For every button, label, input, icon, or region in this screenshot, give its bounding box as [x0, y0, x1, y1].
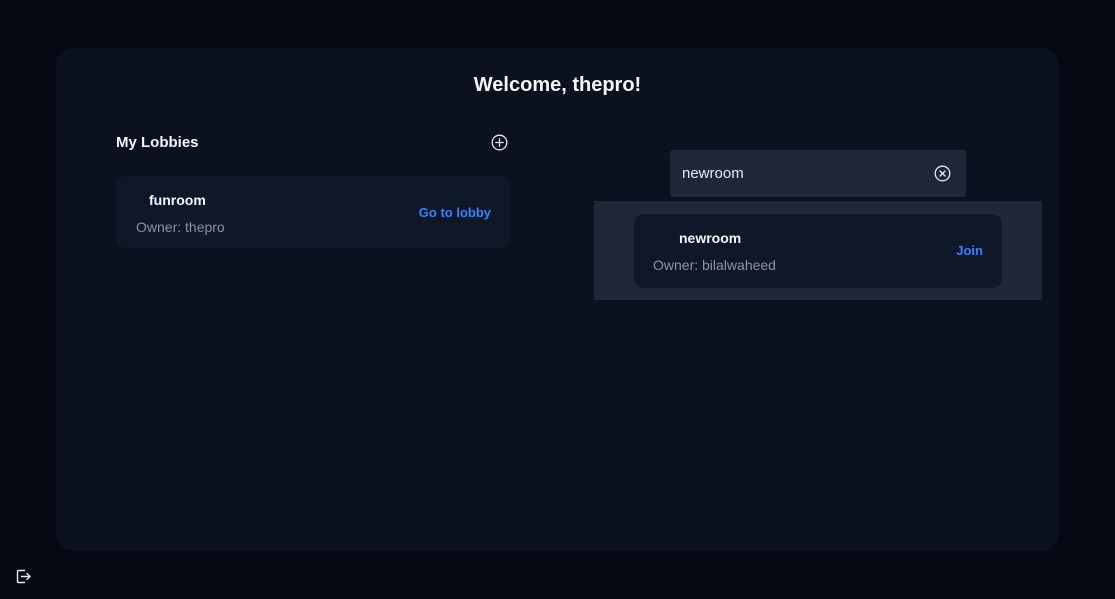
search-results: newroom Owner: bilalwaheed Join [594, 201, 1042, 300]
lobby-owner: Owner: thepro [136, 219, 225, 235]
search-input[interactable] [682, 163, 922, 183]
main-panel: Welcome, thepro! My Lobbies funroom Owne… [56, 48, 1059, 551]
go-to-lobby-button[interactable]: Go to lobby [419, 205, 491, 220]
search-result-card: newroom Owner: bilalwaheed Join [634, 214, 1002, 288]
close-circle-icon [934, 165, 951, 182]
logout-button[interactable] [15, 568, 32, 585]
clear-search-button[interactable] [934, 165, 951, 182]
result-lobby-name: newroom [679, 230, 742, 246]
add-lobby-button[interactable] [491, 134, 508, 151]
result-lobby-owner: Owner: bilalwaheed [653, 257, 776, 273]
welcome-heading: Welcome, thepro! [473, 74, 642, 96]
lobby-name: funroom [149, 192, 206, 208]
lobby-card: funroom Owner: thepro Go to lobby [116, 176, 510, 248]
search-box [670, 150, 966, 197]
my-lobbies-title: My Lobbies [116, 134, 199, 151]
join-button[interactable]: Join [956, 243, 983, 258]
plus-circle-icon [491, 134, 508, 151]
logout-icon [16, 569, 31, 584]
